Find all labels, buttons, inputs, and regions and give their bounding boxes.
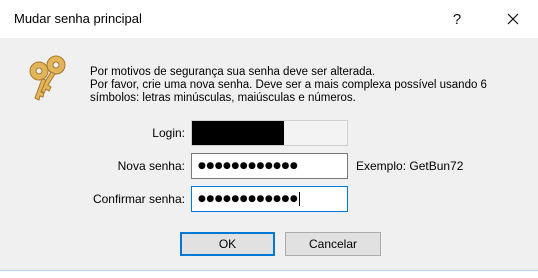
new-password-label: Nova senha: (117, 159, 185, 173)
message-line: símbolos: letras minúsculas, maiúsculas … (90, 92, 356, 104)
message-line: Por motivos de segurança sua senha deve … (90, 66, 376, 78)
help-icon: ? (452, 10, 462, 28)
new-password-value: ●●●●●●●●●●●● (198, 161, 299, 171)
ok-button[interactable]: OK (180, 232, 275, 256)
close-button[interactable] (490, 0, 536, 38)
keys-icon (29, 55, 66, 101)
message-line: Por favor, crie uma nova senha. Deve ser… (90, 79, 487, 91)
change-password-dialog: Mudar senha principal ? Por motivos de s… (0, 0, 538, 278)
login-label: Login: (152, 126, 185, 140)
security-message: Por motivos de segurança sua senha deve … (90, 66, 530, 105)
text-caret (299, 192, 301, 206)
dialog-title: Mudar senha principal (14, 11, 142, 26)
confirm-password-field[interactable]: ●●●●●●●●●●●● (191, 186, 348, 212)
login-field (191, 120, 348, 146)
confirm-password-value: ●●●●●●●●●●●● (198, 194, 299, 204)
confirm-password-label: Confirmar senha: (92, 192, 185, 206)
close-icon (507, 13, 519, 25)
new-password-field[interactable]: ●●●●●●●●●●●● (191, 153, 348, 179)
login-redaction (192, 121, 284, 145)
help-button[interactable]: ? (434, 0, 480, 38)
cancel-button[interactable]: Cancelar (285, 232, 381, 256)
example-hint: Exemplo: GetBun72 (356, 159, 464, 173)
title-bar: Mudar senha principal ? (0, 0, 538, 38)
